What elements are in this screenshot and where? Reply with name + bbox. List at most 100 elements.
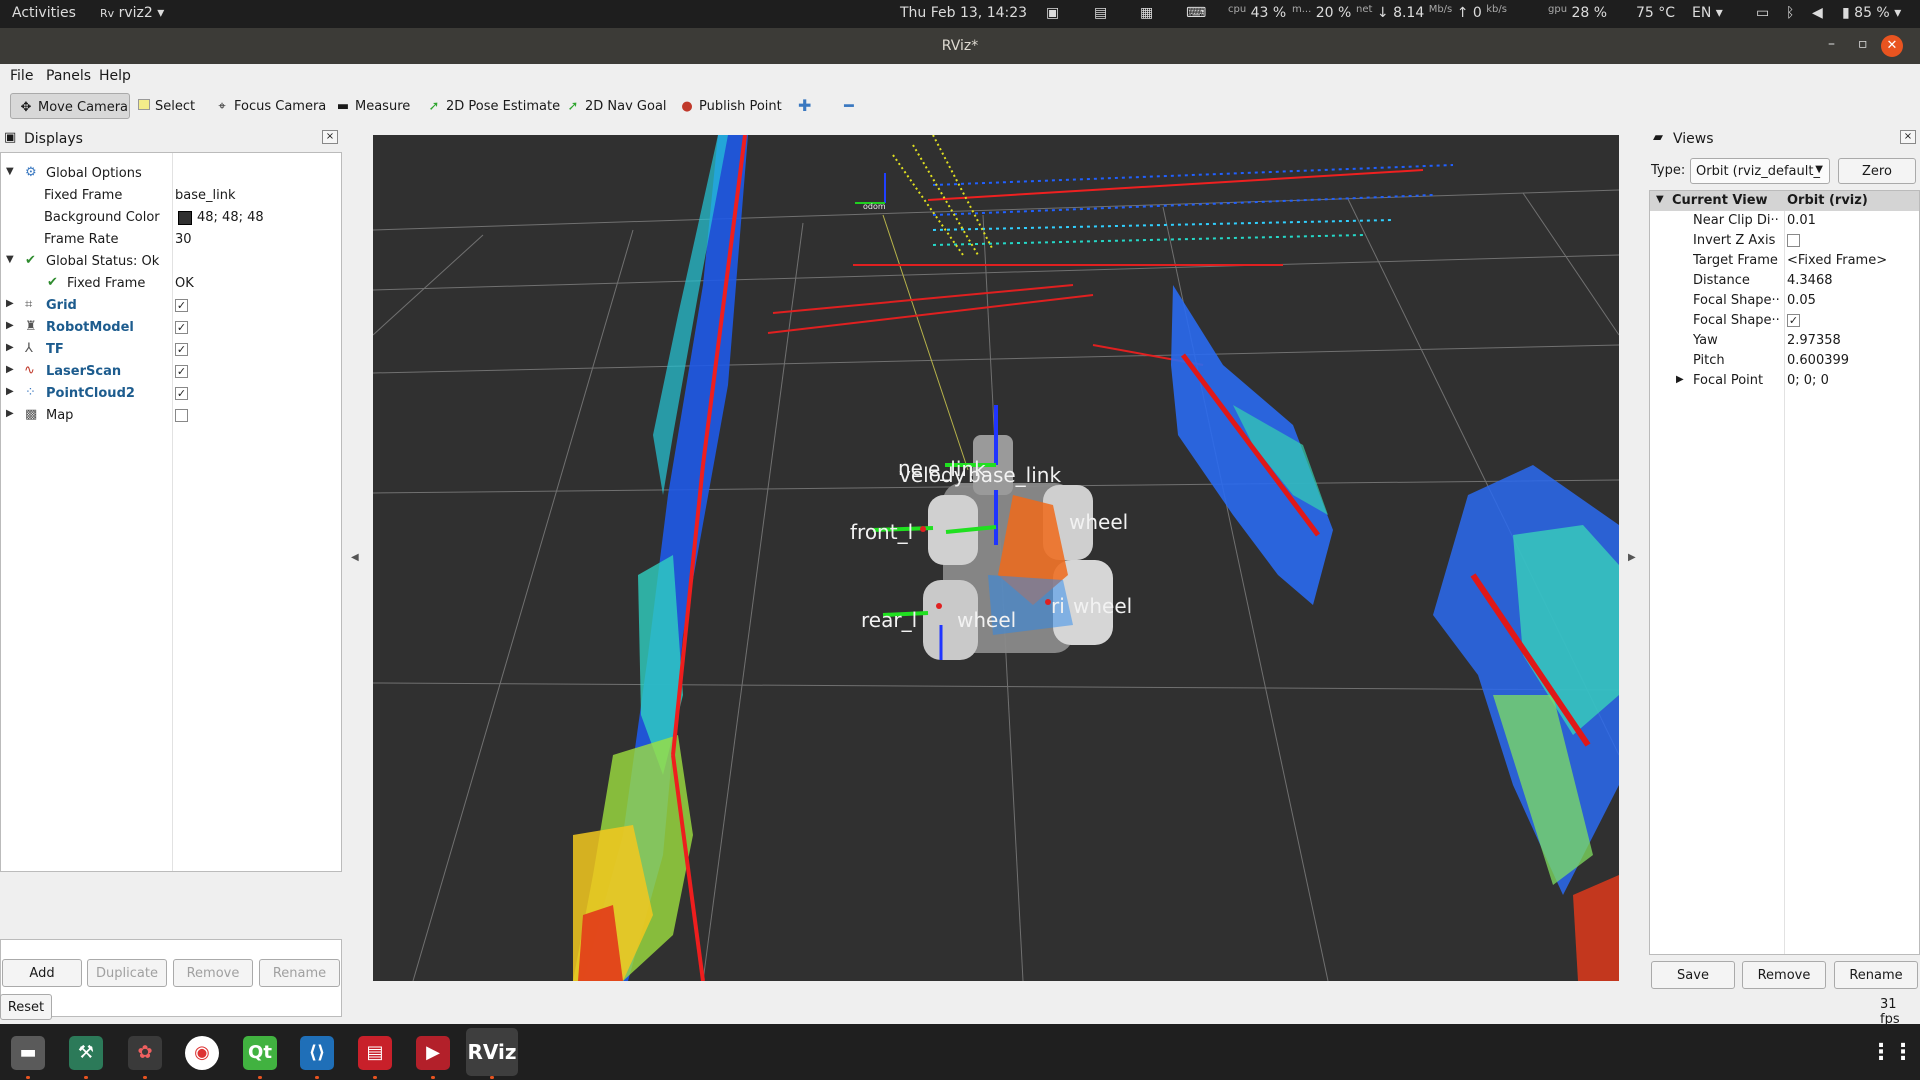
bluetooth-icon[interactable]: ᛒ	[1786, 5, 1794, 21]
screen-recorder-app-icon[interactable]: ▶	[416, 1036, 450, 1070]
close-icon[interactable]: ×	[1900, 130, 1916, 144]
add-tool-icon[interactable]: ✚	[790, 93, 819, 119]
nav-goal-tool[interactable]: ➚ 2D Nav Goal	[558, 93, 675, 119]
collapse-arrow-icon[interactable]: ▶	[6, 320, 14, 331]
battery-indicator[interactable]: ▮ 85 % ▾	[1842, 5, 1901, 21]
publish-point-tool[interactable]: ● Publish Point	[672, 93, 790, 119]
prop-value[interactable]: 0; 0; 0	[1787, 373, 1829, 388]
expand-arrow-icon[interactable]: ▼	[6, 254, 14, 265]
tree-row-map[interactable]: ▶ ▩ Map	[1, 405, 341, 427]
move-camera-tool[interactable]: ✥ Move Camera	[10, 93, 130, 119]
view-prop-invert-z[interactable]: Invert Z Axis	[1650, 231, 1919, 251]
keyboard-icon[interactable]: ⌨	[1186, 5, 1206, 21]
memory-monitor[interactable]: m... 20 %	[1292, 4, 1351, 21]
tree-row-pointcloud2[interactable]: ▶ ⁘ PointCloud2 ✓	[1, 383, 341, 405]
remove-tool-icon[interactable]: ━	[836, 93, 862, 119]
vscode-app-icon[interactable]: ⟨⟩	[300, 1036, 334, 1070]
pointcloud2-checkbox[interactable]: ✓	[175, 387, 188, 400]
view-prop-yaw[interactable]: Yaw 2.97358	[1650, 331, 1919, 351]
render-viewport[interactable]: odom e_link ne velody base_link front_l …	[373, 135, 1619, 981]
temperature[interactable]: 75 °C	[1636, 5, 1675, 21]
rename-display-button[interactable]: Rename	[259, 959, 340, 987]
prop-value[interactable]: 2.97358	[1787, 333, 1841, 348]
rename-view-button[interactable]: Rename	[1834, 961, 1918, 989]
duplicate-display-button[interactable]: Duplicate	[87, 959, 167, 987]
robotmodel-checkbox[interactable]: ✓	[175, 321, 188, 334]
current-view-header[interactable]: ▼ Current View Orbit (rviz)	[1650, 191, 1919, 211]
maximize-icon[interactable]: ▫	[1858, 36, 1868, 52]
expand-arrow-icon[interactable]: ▼	[1656, 194, 1664, 205]
remove-view-button[interactable]: Remove	[1742, 961, 1826, 989]
invert-z-checkbox[interactable]	[1787, 234, 1800, 247]
zero-button[interactable]: Zero	[1838, 158, 1916, 184]
prop-value[interactable]: 0.01	[1787, 213, 1816, 228]
map-checkbox[interactable]	[175, 409, 188, 422]
tree-row-frame-rate[interactable]: Frame Rate 30	[1, 229, 341, 251]
tf-checkbox[interactable]: ✓	[175, 343, 188, 356]
net-monitor[interactable]: net ↓ 8.14 Mb/s ↑ 0 kb/s	[1356, 4, 1507, 21]
view-prop-focal-shape-fixed[interactable]: Focal Shape··· ✓	[1650, 311, 1919, 331]
measure-tool[interactable]: ▬ Measure	[328, 93, 418, 119]
tree-row-laserscan[interactable]: ▶ ∿ LaserScan ✓	[1, 361, 341, 383]
language-menu[interactable]: EN ▾	[1692, 5, 1723, 21]
minimize-icon[interactable]: –	[1828, 36, 1835, 52]
collapse-arrow-icon[interactable]: ▶	[6, 298, 14, 309]
grid-checkbox[interactable]: ✓	[175, 299, 188, 312]
color-swatch[interactable]	[178, 211, 192, 225]
background-color-value[interactable]: 48; 48; 48	[197, 210, 264, 225]
view-prop-near-clip[interactable]: Near Clip Di··· 0.01	[1650, 211, 1919, 231]
view-prop-focal-shape-size[interactable]: Focal Shape··· 0.05	[1650, 291, 1919, 311]
volume-icon[interactable]: ◀	[1812, 5, 1823, 21]
focal-shape-checkbox[interactable]: ✓	[1787, 314, 1800, 327]
tree-row-tf[interactable]: ▶ ⅄ TF ✓	[1, 339, 341, 361]
qt-creator-app-icon[interactable]: Qt	[243, 1036, 277, 1070]
prop-value[interactable]: 0.600399	[1787, 353, 1849, 368]
tree-row-global-status[interactable]: ▼ ✔ Global Status: Ok	[1, 251, 341, 273]
pose-estimate-tool[interactable]: ➚ 2D Pose Estimate	[419, 93, 568, 119]
collapse-arrow-icon[interactable]: ▶	[6, 364, 14, 375]
frame-rate-value[interactable]: 30	[175, 232, 192, 247]
save-view-button[interactable]: Save	[1651, 961, 1735, 989]
collapse-arrow-icon[interactable]: ▶	[6, 342, 14, 353]
view-prop-pitch[interactable]: Pitch 0.600399	[1650, 351, 1919, 371]
tree-row-status-fixed-frame[interactable]: ✔ Fixed Frame OK	[1, 273, 341, 295]
tree-row-background-color[interactable]: Background Color 48; 48; 48	[1, 207, 341, 229]
rviz-app-icon[interactable]: RViz	[466, 1028, 518, 1076]
laserscan-checkbox[interactable]: ✓	[175, 365, 188, 378]
collapse-arrow-icon[interactable]: ▶	[6, 386, 14, 397]
tree-row-grid[interactable]: ▶ ⌗ Grid ✓	[1, 295, 341, 317]
activities-button[interactable]: Activities	[12, 5, 76, 21]
notes-icon[interactable]: ▤	[1094, 5, 1107, 21]
clock[interactable]: Thu Feb 13, 14:23	[900, 5, 1027, 21]
view-prop-distance[interactable]: Distance 4.3468	[1650, 271, 1919, 291]
close-icon[interactable]: ✕	[1881, 35, 1903, 57]
add-display-button[interactable]: Add	[2, 959, 82, 987]
gpu-monitor[interactable]: gpu 28 %	[1548, 4, 1607, 21]
app-menu[interactable]: Rv rviz2 ▾	[100, 5, 164, 21]
calendar-icon[interactable]: ▦	[1140, 5, 1153, 21]
paw-app-icon[interactable]: ✿	[128, 1036, 162, 1070]
document-viewer-app-icon[interactable]: ▤	[358, 1036, 392, 1070]
collapse-right-panel-icon[interactable]: ▶	[1628, 552, 1636, 563]
prop-value[interactable]: 4.3468	[1787, 273, 1833, 288]
tree-row-robotmodel[interactable]: ▶ ♜ RobotModel ✓	[1, 317, 341, 339]
terminal-app-icon[interactable]: ⚒	[69, 1036, 103, 1070]
tree-row-fixed-frame[interactable]: Fixed Frame base_link	[1, 185, 341, 207]
cpu-monitor[interactable]: cpu 43 %	[1228, 4, 1286, 21]
menu-help[interactable]: Help	[99, 68, 131, 84]
screen-record-icon[interactable]: ▣	[1046, 5, 1059, 21]
prop-value[interactable]: <Fixed Frame>	[1787, 253, 1887, 268]
collapse-arrow-icon[interactable]: ▶	[6, 408, 14, 419]
tree-row-global-options[interactable]: ▼ ⚙ Global Options	[1, 163, 341, 185]
view-prop-focal-point[interactable]: ▶ Focal Point 0; 0; 0	[1650, 371, 1919, 391]
expand-arrow-icon[interactable]: ▼	[6, 166, 14, 177]
chrome-app-icon[interactable]: ◉	[185, 1036, 219, 1070]
menu-file[interactable]: File	[10, 68, 33, 84]
view-prop-target-frame[interactable]: Target Frame <Fixed Frame>	[1650, 251, 1919, 271]
collapse-left-panel-icon[interactable]: ◀	[351, 552, 359, 563]
fixed-frame-value[interactable]: base_link	[175, 188, 235, 203]
remove-display-button[interactable]: Remove	[173, 959, 253, 987]
menu-panels[interactable]: Panels	[46, 68, 91, 84]
show-apps-grid-icon[interactable]: ⋮⋮	[1870, 1036, 1914, 1070]
scene-svg[interactable]: odom e_link ne velody base_link front_l …	[373, 135, 1619, 981]
